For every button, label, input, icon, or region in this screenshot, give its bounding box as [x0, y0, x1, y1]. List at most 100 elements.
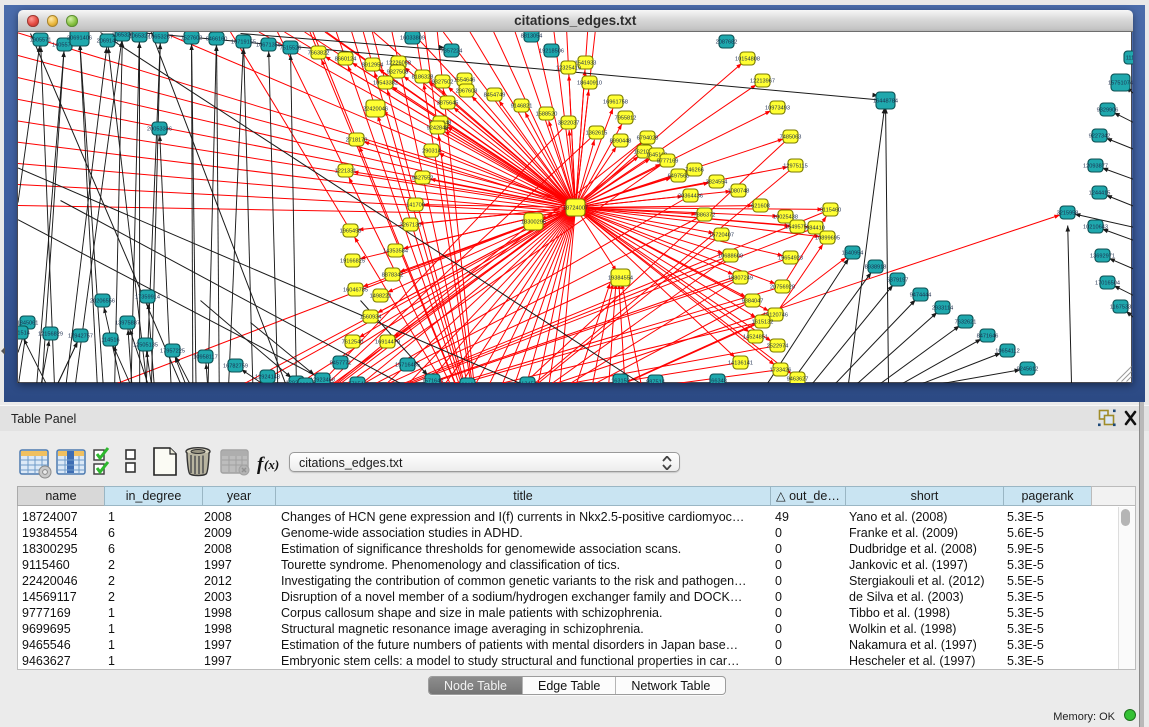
svg-text:9242848: 9242848 [426, 125, 448, 131]
svg-text:913454: 913454 [518, 381, 537, 383]
svg-text:3215958: 3215958 [1056, 210, 1078, 216]
svg-text:3267130: 3267130 [399, 222, 421, 228]
svg-text:12156829: 12156829 [38, 331, 63, 337]
svg-text:166348: 166348 [708, 378, 727, 383]
svg-text:17942757: 17942757 [68, 333, 93, 339]
svg-text:10654112: 10654112 [995, 348, 1019, 354]
svg-text:10671355: 10671355 [256, 42, 281, 48]
svg-text:1965498: 1965498 [339, 228, 361, 234]
svg-text:391514: 391514 [18, 330, 30, 336]
svg-text:14136141: 14136141 [728, 360, 753, 366]
svg-text:746266: 746266 [685, 167, 704, 173]
svg-text:7485063: 7485063 [779, 134, 801, 140]
svg-text:(x): (x) [264, 457, 279, 472]
svg-text:1588520: 1588520 [535, 111, 557, 117]
svg-text:20756928: 20756928 [770, 284, 795, 290]
svg-text:16033809: 16033809 [400, 35, 425, 41]
svg-text:9115460: 9115460 [819, 207, 840, 213]
svg-text:9329906: 9329906 [1096, 107, 1118, 113]
svg-text:17359914: 17359914 [135, 294, 160, 300]
svg-text:16046785: 16046785 [343, 287, 368, 293]
svg-text:1080748: 1080748 [727, 188, 749, 194]
svg-text:7612540: 7612540 [341, 339, 363, 345]
svg-text:9327502: 9327502 [431, 79, 453, 85]
svg-text:12325419: 12325419 [556, 65, 581, 71]
svg-text:9463627: 9463627 [786, 376, 808, 382]
svg-text:9146821: 9146821 [510, 103, 532, 109]
svg-text:19166825: 19166825 [340, 258, 365, 264]
svg-text:13975887: 13975887 [115, 320, 140, 326]
svg-text:17957225: 17957225 [160, 348, 185, 354]
svg-text:14353584: 14353584 [383, 248, 408, 254]
svg-text:114516: 114516 [101, 337, 119, 343]
svg-text:1527602: 1527602 [180, 35, 202, 41]
svg-text:1554646: 1554646 [453, 77, 475, 83]
svg-text:10154808: 10154808 [735, 56, 760, 62]
svg-text:10958117: 10958117 [193, 354, 217, 360]
svg-text:12975115: 12975115 [783, 163, 807, 169]
svg-text:1362615: 1362615 [585, 130, 607, 136]
svg-text:1845061: 1845061 [18, 320, 38, 326]
svg-text:18640910: 18640910 [577, 80, 602, 86]
svg-text:12093877: 12093877 [1083, 163, 1108, 169]
svg-text:987514: 987514 [646, 379, 665, 383]
svg-text:10688609: 10688609 [718, 253, 743, 259]
svg-text:6794028: 6794028 [636, 135, 658, 141]
svg-text:10210643: 10210643 [1083, 224, 1108, 230]
svg-text:16782759: 16782759 [223, 363, 248, 369]
svg-text:22420046: 22420046 [363, 106, 388, 112]
svg-text:1640954: 1640954 [841, 250, 863, 256]
svg-text:9227342: 9227342 [1088, 133, 1110, 139]
svg-text:14524851: 14524851 [743, 334, 768, 340]
svg-text:18724007: 18724007 [563, 205, 588, 211]
svg-text:12213967: 12213967 [750, 78, 775, 84]
svg-text:8912954: 8912954 [361, 62, 383, 68]
svg-text:9777169: 9777169 [656, 158, 678, 164]
svg-text:2087682: 2087682 [715, 39, 737, 45]
svg-text:163152: 163152 [611, 378, 630, 383]
svg-text:18300295: 18300295 [521, 219, 546, 225]
svg-text:1167533: 1167533 [1109, 304, 1130, 310]
svg-text:10543382: 10543382 [373, 80, 398, 86]
svg-text:1244415: 1244415 [1088, 190, 1110, 196]
svg-text:6466160: 6466160 [205, 36, 227, 42]
svg-text:3875645: 3875645 [436, 100, 458, 106]
svg-text:19384554: 19384554 [608, 275, 633, 281]
svg-text:8186328: 8186328 [411, 74, 433, 80]
svg-text:20053346: 20053346 [147, 126, 172, 132]
svg-text:8471646: 8471646 [976, 333, 998, 339]
svg-text:16448784: 16448784 [873, 98, 898, 104]
svg-text:1498222: 1498222 [369, 293, 391, 299]
svg-text:8938918: 8938918 [864, 264, 886, 270]
svg-text:16961758: 16961758 [603, 99, 628, 105]
svg-text:1112: 1112 [1125, 55, 1133, 61]
svg-text:10973493: 10973493 [765, 105, 790, 111]
svg-text:7955812: 7955812 [614, 115, 636, 121]
svg-text:16914479: 16914479 [375, 339, 400, 345]
svg-text:1221331: 1221331 [334, 168, 356, 174]
svg-text:10025438: 10025438 [773, 214, 798, 220]
svg-text:3822037: 3822037 [557, 120, 579, 126]
svg-text:8878342: 8878342 [381, 272, 403, 278]
svg-text:20206556: 20206556 [90, 298, 115, 304]
svg-text:9457771: 9457771 [329, 360, 351, 366]
svg-text:13692971: 13692971 [1090, 253, 1115, 259]
svg-text:7663822: 7663822 [307, 50, 329, 56]
svg-text:7515526: 7515526 [279, 45, 301, 51]
svg-text:8454749: 8454749 [483, 92, 505, 98]
svg-text:9245612: 9245612 [1016, 366, 1038, 372]
svg-text:20691406: 20691406 [67, 35, 92, 41]
svg-text:2522974: 2522974 [766, 343, 788, 349]
svg-text:136154: 136154 [458, 382, 477, 383]
svg-text:6497568: 6497568 [667, 173, 689, 179]
svg-text:1571640: 1571640 [421, 378, 443, 383]
svg-text:129234: 129234 [296, 382, 315, 383]
svg-text:9474444: 9474444 [909, 292, 931, 298]
svg-text:141700: 141700 [406, 202, 425, 208]
svg-text:3824554: 3824554 [705, 179, 727, 185]
svg-text:19654923: 19654923 [778, 255, 803, 261]
svg-text:10899695: 10899695 [815, 235, 840, 241]
svg-text:20364436: 20364436 [678, 193, 703, 199]
svg-text:1560934: 1560934 [359, 314, 381, 320]
svg-text:10653267: 10653267 [148, 34, 173, 40]
